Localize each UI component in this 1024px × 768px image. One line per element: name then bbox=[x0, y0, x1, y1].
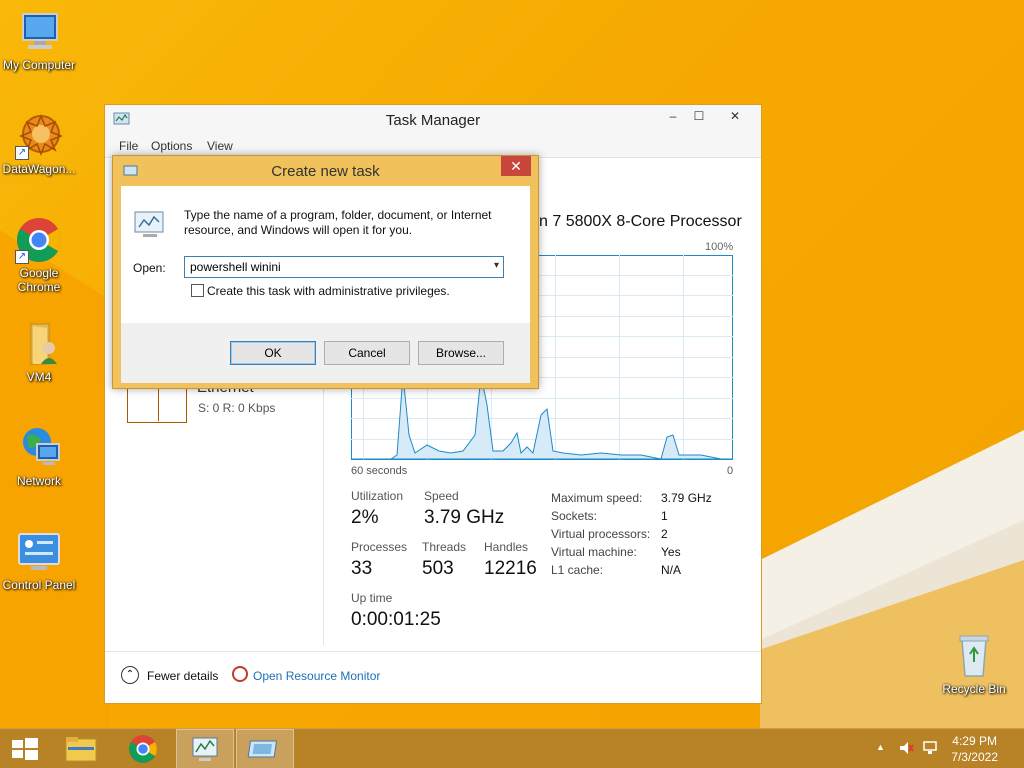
uptime-label: Up time bbox=[351, 591, 393, 605]
handles-label: Handles bbox=[484, 540, 529, 554]
open-label: Open: bbox=[133, 261, 166, 275]
task-manager-icon bbox=[192, 737, 218, 761]
footer-divider bbox=[105, 651, 761, 652]
detail-value: 3.79 GHz bbox=[661, 491, 712, 505]
open-combobox[interactable]: powershell winini ▾ bbox=[184, 256, 504, 278]
detail-key: Virtual machine: bbox=[551, 545, 637, 559]
fewer-details-link[interactable]: Fewer details bbox=[147, 669, 218, 683]
graph-min-label: 0 bbox=[727, 465, 734, 477]
threads-value: 503 bbox=[422, 558, 454, 579]
title-bar[interactable]: Task Manager – ☐ ✕ bbox=[105, 105, 761, 135]
desktop-icon-label: Recycle Bin bbox=[942, 682, 1006, 696]
desktop-icon-label: DataWagon... bbox=[2, 162, 76, 176]
taskbar-file-explorer[interactable] bbox=[52, 729, 110, 768]
windows-logo-icon bbox=[12, 738, 38, 760]
resource-monitor-icon bbox=[232, 666, 248, 682]
system-clock[interactable]: 4:29 PM 7/3/2022 bbox=[951, 733, 998, 765]
chrome-icon bbox=[129, 735, 157, 763]
dialog-title: Create new task bbox=[271, 163, 380, 180]
utilization-value: 2% bbox=[351, 507, 379, 528]
network-icon bbox=[15, 424, 63, 472]
ok-button[interactable]: OK bbox=[230, 341, 316, 365]
chevron-up-icon[interactable]: ⌃ bbox=[121, 666, 139, 684]
taskbar: ▲ 4:29 PM 7/3/2022 bbox=[0, 728, 1024, 768]
detail-key: Virtual processors: bbox=[551, 527, 651, 541]
datawagon-icon: ↗ bbox=[15, 112, 64, 160]
menu-file[interactable]: File bbox=[119, 139, 138, 153]
processes-label: Processes bbox=[351, 540, 408, 554]
desktop-icon-label: My Computer bbox=[2, 58, 76, 72]
control-panel-icon bbox=[15, 528, 63, 576]
admin-checkbox-label[interactable]: Create this task with administrative pri… bbox=[207, 284, 450, 298]
open-resource-monitor-link[interactable]: Open Resource Monitor bbox=[253, 669, 380, 683]
admin-checkbox[interactable] bbox=[191, 284, 204, 297]
details-keys: Maximum speed: Sockets: Virtual processo… bbox=[551, 489, 650, 579]
detail-value: 2 bbox=[661, 527, 668, 541]
utilization-label: Utilization bbox=[351, 489, 404, 503]
clock-date: 7/3/2022 bbox=[951, 750, 998, 764]
start-button[interactable] bbox=[0, 729, 48, 768]
menu-bar: File Options View bbox=[105, 135, 761, 157]
desktop-icon-label: VM4 bbox=[26, 370, 52, 384]
menu-view[interactable]: View bbox=[207, 139, 233, 153]
ethernet-mini-graph[interactable] bbox=[127, 385, 187, 423]
handles-value: 12216 bbox=[484, 558, 537, 579]
desktop-icon-control-panel[interactable]: Control Panel bbox=[0, 528, 78, 592]
network-status-icon[interactable] bbox=[922, 740, 938, 756]
threads-label: Threads bbox=[422, 540, 467, 554]
taskbar-task-manager[interactable] bbox=[176, 729, 234, 768]
detail-value: N/A bbox=[661, 563, 682, 577]
browse-button[interactable]: Browse... bbox=[418, 341, 504, 365]
desktop-icon-label: Network bbox=[16, 474, 61, 488]
run-dialog-icon bbox=[247, 740, 278, 758]
chevron-down-icon[interactable]: ▾ bbox=[494, 260, 499, 271]
detail-value: 1 bbox=[661, 509, 668, 523]
desktop-icon-chrome[interactable]: ↗ Google Chrome bbox=[0, 216, 78, 294]
detail-key: Sockets: bbox=[551, 509, 598, 523]
processor-name: n 7 5800X 8-Core Processor bbox=[539, 213, 742, 230]
detail-value: Yes bbox=[661, 545, 681, 559]
taskbar-run-dialog[interactable] bbox=[236, 729, 294, 768]
shortcut-arrow-icon: ↗ bbox=[15, 250, 29, 264]
ethernet-stats: S: 0 R: 0 Kbps bbox=[198, 401, 276, 415]
desktop-icon-my-computer[interactable]: My Computer bbox=[0, 8, 78, 72]
details-values: 3.79 GHz 1 2 Yes N/A bbox=[661, 489, 712, 579]
uptime-value: 0:00:01:25 bbox=[351, 609, 441, 630]
show-hidden-icons-icon[interactable]: ▲ bbox=[876, 742, 885, 752]
speed-value: 3.79 GHz bbox=[424, 507, 505, 528]
minimize-button[interactable]: – bbox=[661, 105, 685, 127]
open-input-value[interactable]: powershell winini bbox=[190, 260, 281, 274]
shortcut-arrow-icon: ↗ bbox=[15, 146, 29, 160]
graph-time-label: 60 seconds bbox=[351, 465, 408, 477]
create-new-task-dialog: Create new task ✕ Type the name of a pro… bbox=[112, 155, 539, 389]
maximize-button[interactable]: ☐ bbox=[687, 105, 711, 127]
detail-key: L1 cache: bbox=[551, 563, 604, 577]
desktop-icon-recycle-bin[interactable]: Recycle Bin bbox=[935, 632, 1013, 696]
volume-muted-icon[interactable] bbox=[898, 740, 914, 756]
processes-value: 33 bbox=[351, 558, 373, 579]
dialog-description: Type the name of a program, folder, docu… bbox=[184, 208, 492, 237]
desktop-icon-vm4[interactable]: VM4 bbox=[0, 320, 78, 384]
cancel-button[interactable]: Cancel bbox=[324, 341, 410, 365]
dialog-close-button[interactable]: ✕ bbox=[501, 156, 531, 176]
menu-options[interactable]: Options bbox=[151, 139, 192, 153]
folder-user-icon bbox=[15, 320, 63, 368]
computer-icon bbox=[15, 8, 63, 56]
desktop-icon-label: Control Panel bbox=[2, 578, 76, 592]
desktop-icon-datawagon[interactable]: ↗ DataWagon... bbox=[0, 112, 78, 176]
taskbar-chrome[interactable] bbox=[114, 729, 172, 768]
speed-label: Speed bbox=[424, 489, 459, 503]
detail-key: Maximum speed: bbox=[551, 491, 643, 505]
recycle-bin-icon bbox=[950, 632, 998, 680]
run-program-icon bbox=[133, 210, 167, 240]
clock-time: 4:29 PM bbox=[952, 734, 997, 748]
desktop-icon-network[interactable]: Network bbox=[0, 424, 78, 488]
desktop-icon-label: Google Chrome bbox=[17, 266, 61, 294]
chrome-icon: ↗ bbox=[15, 216, 63, 264]
close-button[interactable]: ✕ bbox=[715, 105, 755, 127]
graph-max-label: 100% bbox=[705, 241, 734, 253]
file-explorer-icon bbox=[65, 737, 97, 762]
